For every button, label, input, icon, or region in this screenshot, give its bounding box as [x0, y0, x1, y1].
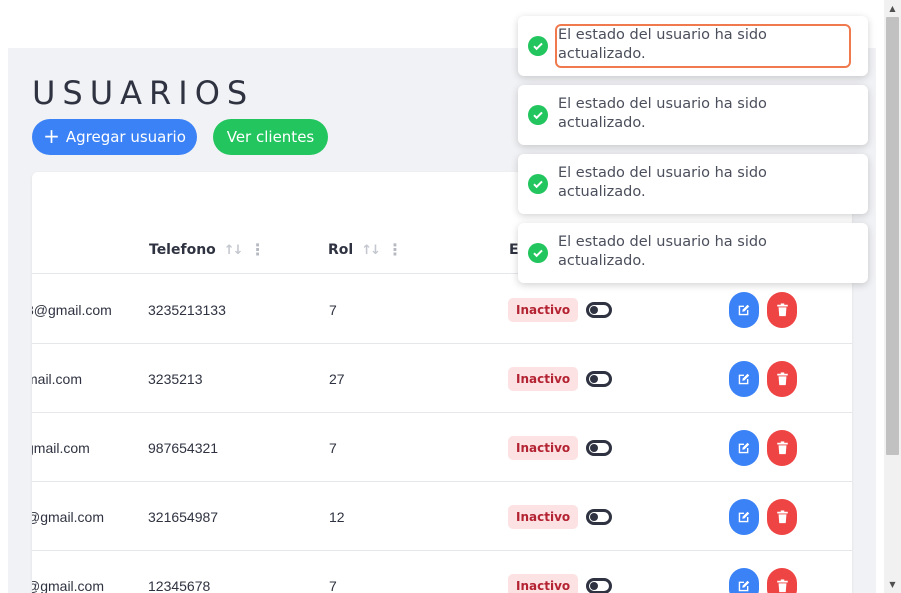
toast-message: El estado del usuario ha sido actualizad… [558, 96, 767, 131]
table-row: @gmail.com 321654987 12 Inactivo [32, 482, 852, 551]
column-label-telefono: Telefono [149, 242, 216, 258]
delete-button[interactable] [767, 498, 797, 535]
kebab-menu-icon[interactable]: ⋮ [250, 242, 266, 258]
telefono-cell: 3235213133 [148, 301, 226, 318]
sort-icon[interactable]: ↑↓ [224, 243, 244, 258]
estado-cell: Inactivo [508, 275, 613, 344]
check-circle-icon [528, 36, 548, 56]
telefono-cell: 321654987 [148, 508, 219, 525]
edit-button[interactable] [729, 429, 759, 466]
trash-icon [776, 578, 789, 593]
email-cell: @gmail.com [32, 577, 105, 593]
status-toggle[interactable] [586, 577, 613, 593]
email-cell: 3@gmail.com [32, 301, 112, 318]
telefono-cell: 3235213 [148, 370, 203, 387]
status-badge: Inactivo [508, 435, 579, 460]
estado-cell: Inactivo [508, 551, 613, 593]
delete-button[interactable] [767, 360, 797, 397]
status-badge: Inactivo [508, 297, 579, 322]
delete-button[interactable] [767, 291, 797, 328]
sort-icon[interactable]: ↑↓ [361, 243, 381, 258]
status-badge: Inactivo [508, 504, 579, 529]
estado-cell: Inactivo [508, 413, 613, 482]
toast-notification[interactable]: El estado del usuario ha sido actualizad… [518, 154, 868, 214]
table-row: @gmail.com 12345678 7 Inactivo [32, 551, 852, 593]
trash-icon [776, 509, 789, 524]
estado-cell: Inactivo [508, 482, 613, 551]
trash-icon [776, 302, 789, 317]
table-row: gmail.com 987654321 7 Inactivo [32, 413, 852, 482]
toast-notification[interactable]: El estado del usuario ha sido actualizad… [518, 16, 868, 76]
toast-message: El estado del usuario ha sido actualizad… [558, 165, 767, 200]
check-circle-icon [528, 243, 548, 263]
rol-cell: 7 [329, 301, 337, 318]
check-circle-icon [528, 174, 548, 194]
scroll-down-arrow-icon[interactable]: ▼ [884, 576, 901, 593]
telefono-cell: 12345678 [148, 577, 211, 593]
trash-icon [776, 371, 789, 386]
plus-icon: + [43, 124, 60, 148]
actions-cell [729, 413, 797, 482]
pencil-square-icon [737, 579, 751, 593]
column-header-telefono[interactable]: Telefono ↑↓ ⋮ [149, 226, 266, 274]
pencil-square-icon [737, 510, 751, 524]
status-toggle[interactable] [586, 301, 613, 318]
scroll-thumb[interactable] [886, 17, 899, 455]
actions-cell [729, 551, 797, 593]
status-toggle[interactable] [586, 370, 613, 387]
actions-cell [729, 275, 797, 344]
edit-button[interactable] [729, 360, 759, 397]
actions-cell [729, 482, 797, 551]
page-title: USUARIOS [32, 74, 255, 112]
trash-icon [776, 440, 789, 455]
email-cell: gmail.com [32, 439, 90, 456]
email-cell: @gmail.com [32, 508, 105, 525]
column-header-rol[interactable]: Rol ↑↓ ⋮ [328, 226, 403, 274]
toast-notification[interactable]: El estado del usuario ha sido actualizad… [518, 223, 868, 283]
delete-button[interactable] [767, 429, 797, 466]
email-cell: mail.com [32, 370, 83, 387]
edit-button[interactable] [729, 498, 759, 535]
actions-cell [729, 344, 797, 413]
delete-button[interactable] [767, 567, 797, 593]
pencil-square-icon [737, 303, 751, 317]
rol-cell: 7 [329, 577, 337, 593]
table-row: mail.com 3235213 27 Inactivo [32, 344, 852, 413]
estado-cell: Inactivo [508, 344, 613, 413]
column-label-rol: Rol [328, 242, 354, 258]
scroll-up-arrow-icon[interactable]: ▲ [884, 0, 901, 17]
status-toggle[interactable] [586, 439, 613, 456]
vertical-scrollbar[interactable]: ▲ ▼ [884, 0, 901, 593]
telefono-cell: 987654321 [148, 439, 219, 456]
table-row: 3@gmail.com 3235213133 7 Inactivo [32, 275, 852, 344]
toast-message: El estado del usuario ha sido actualizad… [558, 234, 767, 269]
status-toggle[interactable] [586, 508, 613, 525]
status-badge: Inactivo [508, 366, 579, 391]
rol-cell: 27 [329, 370, 345, 387]
add-user-label: Agregar usuario [65, 128, 186, 146]
focus-outline [555, 24, 851, 68]
edit-button[interactable] [729, 567, 759, 593]
add-user-button[interactable]: + Agregar usuario [32, 119, 197, 155]
status-badge: Inactivo [508, 573, 579, 593]
toast-notification[interactable]: El estado del usuario ha sido actualizad… [518, 85, 868, 145]
pencil-square-icon [737, 441, 751, 455]
edit-button[interactable] [729, 291, 759, 328]
view-clients-button[interactable]: Ver clientes [213, 119, 328, 155]
rol-cell: 7 [329, 439, 337, 456]
rol-cell: 12 [329, 508, 345, 525]
check-circle-icon [528, 105, 548, 125]
pencil-square-icon [737, 372, 751, 386]
kebab-menu-icon[interactable]: ⋮ [387, 242, 403, 258]
